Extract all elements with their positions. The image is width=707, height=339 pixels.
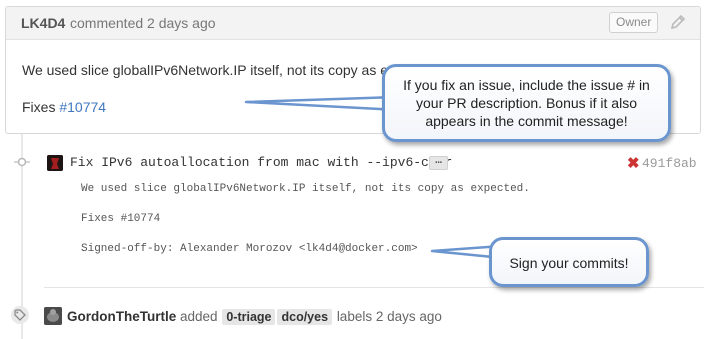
- commit-signoff-line: Signed-off-by: Alexander Morozov <lk4d4@…: [81, 243, 418, 255]
- expand-commit-button[interactable]: …: [429, 156, 448, 170]
- comment-fixes-line: Fixes #10774: [22, 99, 106, 115]
- comment-author[interactable]: LK4D4: [21, 15, 65, 31]
- avatar-image: [44, 307, 62, 325]
- sign-tip-callout: Sign your commits!: [489, 237, 649, 287]
- commit-icon: [14, 157, 30, 167]
- tag-icon: [11, 306, 29, 324]
- actor-avatar[interactable]: [44, 307, 62, 325]
- fixes-label: Fixes: [22, 99, 60, 115]
- commit-message-line: Fixes #10774: [81, 213, 161, 225]
- event-actor[interactable]: GordonTheTurtle: [67, 309, 176, 324]
- pencil-icon[interactable]: [669, 13, 687, 31]
- commit-sha[interactable]: 491f8ab: [642, 156, 697, 171]
- commit-title[interactable]: Fix IPv6 autoallocation from mac with --…: [70, 155, 452, 170]
- comment-body-text: We used slice globalIPv6Network.IP itsel…: [22, 62, 395, 78]
- issue-tip-callout: If you fix an issue, include the issue #…: [382, 64, 671, 142]
- event-suffix: labels 2 days ago: [336, 309, 442, 324]
- commit-author-avatar[interactable]: [47, 155, 63, 171]
- owner-badge: Owner: [609, 12, 659, 33]
- label-chip[interactable]: dco/yes: [277, 309, 333, 325]
- label-chip[interactable]: 0-triage: [222, 309, 276, 325]
- divider: [44, 287, 704, 288]
- label-event-line: GordonTheTurtle added 0-triage dco/yes la…: [67, 309, 442, 325]
- x-icon[interactable]: ✖: [627, 154, 640, 172]
- avatar-image: [47, 155, 63, 171]
- comment-timestamp[interactable]: commented 2 days ago: [70, 15, 216, 31]
- comment-header: LK4D4 commented 2 days ago Owner: [6, 7, 700, 40]
- event-verb: added: [180, 309, 218, 324]
- commit-message-line: We used slice globalIPv6Network.IP itsel…: [81, 183, 530, 195]
- issue-link[interactable]: #10774: [59, 99, 106, 115]
